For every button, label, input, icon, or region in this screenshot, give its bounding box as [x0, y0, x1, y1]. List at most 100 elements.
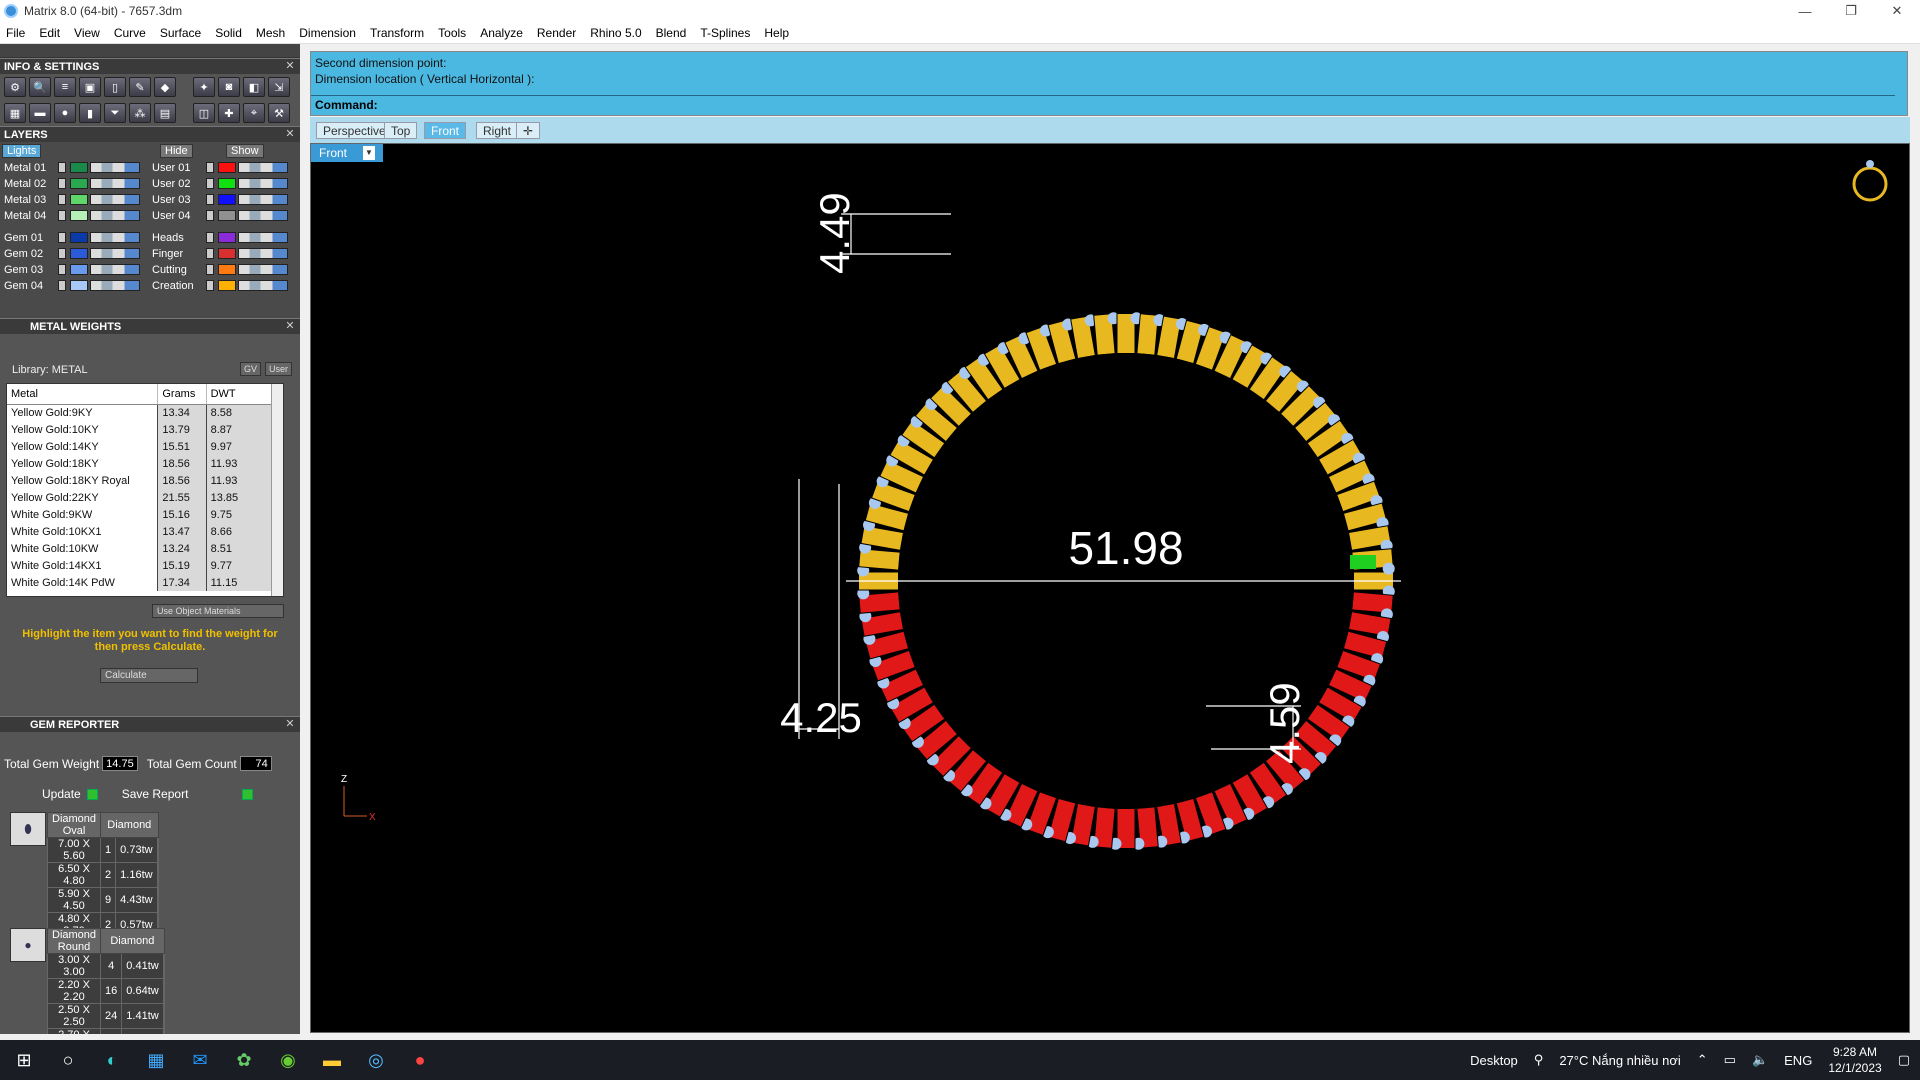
table-row[interactable]: Yellow Gold:14KY 15.51 9.97: [7, 438, 274, 455]
tab-front[interactable]: Front: [424, 122, 467, 139]
layer-visibility-controls[interactable]: [238, 248, 288, 259]
layer-color-swatch[interactable]: [70, 280, 88, 291]
close-icon[interactable]: ✕: [284, 60, 296, 72]
gem-icon[interactable]: ◆: [154, 77, 176, 97]
tray-chevron-icon[interactable]: ⌃: [1697, 1052, 1708, 1068]
close-icon[interactable]: ✕: [284, 718, 296, 730]
maximize-button[interactable]: ❐: [1828, 0, 1874, 22]
gem-row[interactable]: 6.50 X 4.80 2 1.16tw: [46, 862, 159, 888]
layer-visibility-controls[interactable]: [90, 248, 140, 259]
render-icon[interactable]: ◧: [243, 77, 265, 97]
filter-icon[interactable]: ⏷: [104, 103, 126, 123]
store-icon[interactable]: ▦: [136, 1040, 176, 1080]
layer-row[interactable]: Finger: [152, 246, 288, 261]
chat-app-icon[interactable]: ●: [400, 1040, 440, 1080]
layer-visibility-controls[interactable]: [238, 194, 288, 205]
user-toggle[interactable]: User: [264, 362, 292, 376]
show-button[interactable]: Show: [226, 144, 264, 158]
layer-row[interactable]: Cutting: [152, 262, 288, 277]
layer-visibility-controls[interactable]: [90, 264, 140, 275]
layer-expand-icon[interactable]: [58, 162, 66, 173]
gem-row[interactable]: 5.90 X 4.50 9 4.43tw: [46, 887, 159, 913]
layer-expand-icon[interactable]: [58, 232, 66, 243]
close-icon[interactable]: ✕: [284, 128, 296, 140]
layer-expand-icon[interactable]: [58, 194, 66, 205]
select-gem-icon[interactable]: [162, 978, 165, 1004]
table-row[interactable]: White Gold:9KW 15.16 9.75: [7, 506, 274, 523]
select-gem-icon[interactable]: [162, 1028, 165, 1034]
use-object-materials-checkbox[interactable]: Use Object Materials: [152, 604, 284, 618]
tab-right[interactable]: Right: [476, 122, 519, 139]
network-icon[interactable]: ▭: [1724, 1052, 1736, 1068]
layer-row[interactable]: Gem 02: [4, 246, 140, 261]
select-gem-icon[interactable]: [162, 953, 165, 979]
layer-visibility-controls[interactable]: [90, 280, 140, 291]
layer-visibility-controls[interactable]: [90, 162, 140, 173]
layer-color-swatch[interactable]: [218, 210, 236, 221]
metal-table-scrollbar[interactable]: [271, 384, 283, 596]
layer-row[interactable]: Metal 01: [4, 160, 140, 175]
box-icon[interactable]: ▣: [79, 77, 101, 97]
layer-color-swatch[interactable]: [70, 162, 88, 173]
menu-item-solid[interactable]: Solid: [215, 26, 242, 40]
camera-icon[interactable]: ◙: [218, 77, 240, 97]
plane-icon[interactable]: ▬: [29, 103, 51, 123]
select-gem-icon[interactable]: [156, 862, 159, 888]
viewport-label[interactable]: Front ▼: [311, 144, 384, 162]
column-header[interactable]: Grams: [157, 384, 207, 405]
cylinder-icon[interactable]: ▮: [79, 103, 101, 123]
menu-item-transform[interactable]: Transform: [370, 26, 424, 40]
menu-item-view[interactable]: View: [74, 26, 100, 40]
clock[interactable]: 9:28 AM 12/1/2023: [1828, 1044, 1881, 1076]
layer-row[interactable]: Metal 04: [4, 208, 140, 223]
lights-button[interactable]: Lights: [2, 144, 42, 158]
file-explorer-icon[interactable]: ▬: [312, 1040, 352, 1080]
gem-row[interactable]: 7.00 X 5.60 1 0.73tw: [46, 837, 159, 863]
layer-color-swatch[interactable]: [70, 178, 88, 189]
select-gem-icon[interactable]: [162, 1003, 165, 1029]
table-row[interactable]: Yellow Gold:22KY 21.55 13.85: [7, 489, 274, 506]
close-button[interactable]: ✕: [1874, 0, 1920, 22]
chevron-down-icon[interactable]: ▼: [363, 146, 376, 160]
scatter-icon[interactable]: ⁂: [129, 103, 151, 123]
gem-row[interactable]: 2.20 X 2.20 16 0.64tw: [46, 978, 165, 1004]
close-icon[interactable]: ✕: [284, 320, 296, 332]
layer-color-swatch[interactable]: [70, 194, 88, 205]
select-gem-icon[interactable]: [156, 837, 159, 863]
layer-color-swatch[interactable]: [70, 232, 88, 243]
tab-perspective[interactable]: Perspective: [316, 122, 393, 139]
gv-toggle[interactable]: GV: [239, 362, 261, 376]
gem-row[interactable]: 3.00 X 3.00 4 0.41tw: [46, 953, 165, 979]
layer-visibility-controls[interactable]: [90, 178, 140, 189]
layer-color-swatch[interactable]: [218, 264, 236, 275]
table-row[interactable]: Yellow Gold:9KY 13.34 8.58: [7, 404, 274, 421]
layer-visibility-controls[interactable]: [238, 162, 288, 173]
command-input[interactable]: Command:: [311, 95, 1895, 115]
layer-row[interactable]: Gem 03: [4, 262, 140, 277]
layer-expand-icon[interactable]: [58, 264, 66, 275]
app-icon-1[interactable]: ✿: [224, 1040, 264, 1080]
layer-color-swatch[interactable]: [218, 194, 236, 205]
table-row[interactable]: Yellow Gold:10KY 13.79 8.87: [7, 421, 274, 438]
layers-icon[interactable]: ≡: [54, 77, 76, 97]
layer-visibility-controls[interactable]: [238, 232, 288, 243]
layer-row[interactable]: Gem 04: [4, 278, 140, 293]
grid-icon[interactable]: ▦: [4, 103, 26, 123]
menu-item-blend[interactable]: Blend: [656, 26, 687, 40]
menu-item-tools[interactable]: Tools: [438, 26, 466, 40]
table-row[interactable]: Yellow Gold:18KY 18.56 11.93: [7, 455, 274, 472]
edge-browser-icon[interactable]: ◐: [92, 1040, 132, 1080]
layer-expand-icon[interactable]: [206, 248, 214, 259]
table-row[interactable]: White Gold:14K PdW 17.34 11.15: [7, 574, 274, 591]
layer-color-swatch[interactable]: [218, 162, 236, 173]
layer-visibility-controls[interactable]: [238, 280, 288, 291]
pen-icon[interactable]: ✎: [129, 77, 151, 97]
save-report-button[interactable]: Save Report: [122, 787, 254, 801]
front-viewport[interactable]: 51.98 4.49 4.25 4.59 Z X Front ▼: [310, 143, 1910, 1033]
volume-icon[interactable]: 🔈: [1752, 1052, 1768, 1068]
mail-icon[interactable]: ✉: [180, 1040, 220, 1080]
menu-item-curve[interactable]: Curve: [114, 26, 146, 40]
table-row[interactable]: White Gold:14KX1 15.19 9.77: [7, 557, 274, 574]
people-icon[interactable]: ⚲: [1534, 1052, 1544, 1068]
column-header[interactable]: DWT: [206, 384, 274, 405]
